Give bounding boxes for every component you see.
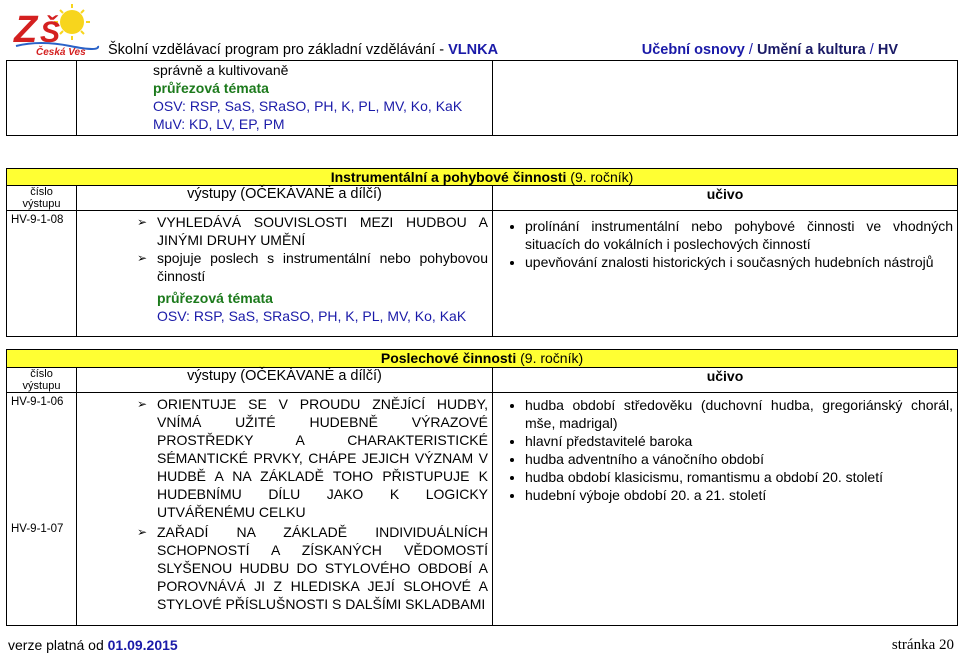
col-header-content: učivo [492,185,958,211]
osv-topics: OSV: RSP, SaS, SRaSO, PH, K, PL, MV, Ko,… [157,308,467,324]
content-cell: prolínání instrumentální nebo pohybové č… [492,210,958,337]
section-title-bold: Poslechové činnosti [380,350,517,366]
code-cell [6,60,77,136]
page-footer: verze platná od 01.09.2015 stránka 20 [8,637,954,653]
section-title-grade: (9. ročník) [516,350,584,366]
output-code: HV-9-1-08 [6,210,77,337]
col-header-outputs: výstupy (OČEKÁVANÉ a dílčí) [76,185,493,211]
content-item: hudba adventního a vánočního období [525,450,953,468]
crosscutting-label: průřezová témata [153,80,269,96]
program-prefix: Školní vzdělávací program pro základní v… [108,42,449,58]
program-name: VLNKA [448,42,499,58]
col-header-content: učivo [492,367,958,393]
output-code: HV-9-1-07 [11,523,64,535]
outputs-cell: správně a kultivovaně průřezová témata O… [76,60,493,136]
col-header-code: číslo výstupu [6,185,77,211]
breadcrumb-part-a: Učební osnovy [641,42,745,58]
section-title: Poslechové činnosti (9. ročník) [6,349,958,368]
output-item: spojuje poslech s instrumentální nebo po… [137,249,488,285]
section-breadcrumb: Učební osnovy / Umění a kultura / HV [642,42,898,58]
output-item: ZAŘADÍ NA ZÁKLADĚ INDIVIDUÁLNÍCH SCHOPNO… [137,523,488,613]
content-item: hlavní představitelé baroka [525,432,953,450]
content-item: hudební výboje období 20. a 21. století [525,486,953,504]
listening-activities-table: Poslechové činnosti (9. ročník) číslo vý… [6,349,958,626]
program-title: Školní vzdělávací program pro základní v… [108,42,498,58]
section-title: Instrumentální a pohybové činnosti (9. r… [6,168,958,186]
osv-topics: OSV: RSP, SaS, SRaSO, PH, K, PL, MV, Ko,… [153,98,463,114]
breadcrumb-part-c: HV [877,42,898,58]
outputs-cell: VYHLEDÁVÁ SOUVISLOSTI MEZI HUDBOU A JINÝ… [76,210,493,337]
content-cell: hudba období středověku (duchovní hudba,… [492,392,958,626]
content-item: hudba období klasicismu, romantismu a ob… [525,468,953,486]
breadcrumb-part-b: Umění a kultura [756,42,866,58]
content-cell [492,60,958,136]
breadcrumb-separator: / [744,42,757,58]
version-date: 01.09.2015 [107,637,178,653]
version-label: verze platná od [8,637,108,653]
section-title-bold: Instrumentální a pohybové činnosti [330,169,567,185]
col-header-outputs: výstupy (OČEKÁVANÉ a dílčí) [76,367,493,393]
output-code: HV-9-1-06 [11,396,64,408]
instrumental-activities-table: Instrumentální a pohybové činnosti (9. r… [6,168,958,337]
muv-topics: MuV: KD, LV, EP, PM [153,116,285,132]
output-item: VYHLEDÁVÁ SOUVISLOSTI MEZI HUDBOU A JINÝ… [137,213,488,249]
content-item: upevňování znalosti historických i souča… [525,253,953,271]
page-number: stránka 20 [891,637,954,653]
outputs-list: ORIENTUJE SE V PROUDU ZNĚJÍCÍ HUDBY, VNÍ… [133,395,488,613]
continued-text: správně a kultivovaně [153,62,289,78]
school-logo: Z Š Česká Ves [13,4,100,58]
content-list: prolínání instrumentální nebo pohybové č… [497,217,953,271]
outputs-list: VYHLEDÁVÁ SOUVISLOSTI MEZI HUDBOU A JINÝ… [133,213,488,285]
svg-text:Česká Ves: Česká Ves [36,45,86,58]
content-item: prolínání instrumentální nebo pohybové č… [525,217,953,253]
top-continuation-table: správně a kultivovaně průřezová témata O… [6,60,958,136]
content-item: hudba období středověku (duchovní hudba,… [525,396,953,432]
col-header-code: číslo výstupu [6,367,77,393]
section-title-grade: (9. ročník) [566,169,634,185]
outputs-cell: ORIENTUJE SE V PROUDU ZNĚJÍCÍ HUDBY, VNÍ… [76,392,493,626]
output-item: ORIENTUJE SE V PROUDU ZNĚJÍCÍ HUDBY, VNÍ… [137,395,488,521]
output-codes-cell: HV-9-1-06 HV-9-1-07 [6,392,77,626]
content-list: hudba období středověku (duchovní hudba,… [497,396,953,504]
crosscutting-label: průřezová témata [157,290,273,306]
breadcrumb-separator: / [865,42,878,58]
page-header: Z Š Česká Ves Školní vzdělávací program … [0,0,960,60]
